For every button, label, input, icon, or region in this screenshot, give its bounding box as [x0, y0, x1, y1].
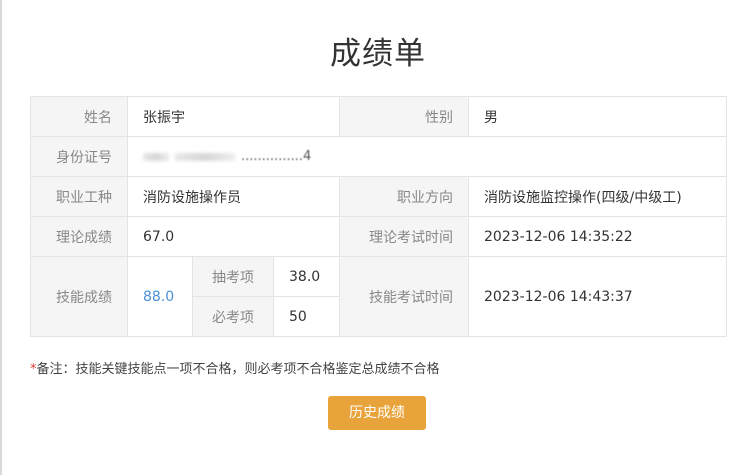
theory-score-label: 理论成绩 [30, 216, 128, 257]
name-value: 张振宇 [126, 96, 341, 137]
job-value: 消防设施操作员 [126, 176, 341, 217]
id-mask [175, 152, 235, 161]
theory-time-value: 2023-12-06 14:35:22 [468, 216, 728, 257]
skill-score-label: 技能成绩 [30, 256, 128, 337]
id-mask [143, 152, 169, 161]
theory-score-value: 67.0 [126, 216, 341, 257]
required-item-value: 50 [272, 296, 341, 337]
id-label: 身份证号 [30, 136, 128, 177]
page-title: 成绩单 [330, 36, 426, 72]
transcript-table: 姓名 张振宇 性别 男 身份证号 ...............4 职业工种 消… [30, 96, 728, 337]
note-text: 备注：技能关键技能点一项不合格，则必考项不合格鉴定总成绩不合格 [36, 362, 440, 377]
direction-value: 消防设施监控操作(四级/中级工) [468, 176, 728, 217]
history-scores-button[interactable]: 历史成绩 [328, 396, 426, 430]
footnote: *备注：技能关键技能点一项不合格，则必考项不合格鉴定总成绩不合格 [30, 358, 440, 377]
skill-score-value: 88.0 [127, 256, 193, 337]
gender-value: 男 [468, 96, 728, 137]
job-label: 职业工种 [30, 176, 128, 217]
random-item-value: 38.0 [272, 256, 341, 297]
required-item-label: 必考项 [192, 296, 274, 337]
name-label: 姓名 [30, 96, 128, 137]
theory-time-label: 理论考试时间 [339, 216, 470, 257]
direction-label: 职业方向 [339, 176, 470, 217]
skill-time-value: 2023-12-06 14:43:37 [468, 256, 728, 337]
id-value: ...............4 [126, 136, 728, 177]
id-tail: ...............4 [241, 149, 312, 164]
random-item-label: 抽考项 [192, 256, 274, 297]
gender-label: 性别 [339, 96, 470, 137]
skill-time-label: 技能考试时间 [339, 256, 470, 337]
